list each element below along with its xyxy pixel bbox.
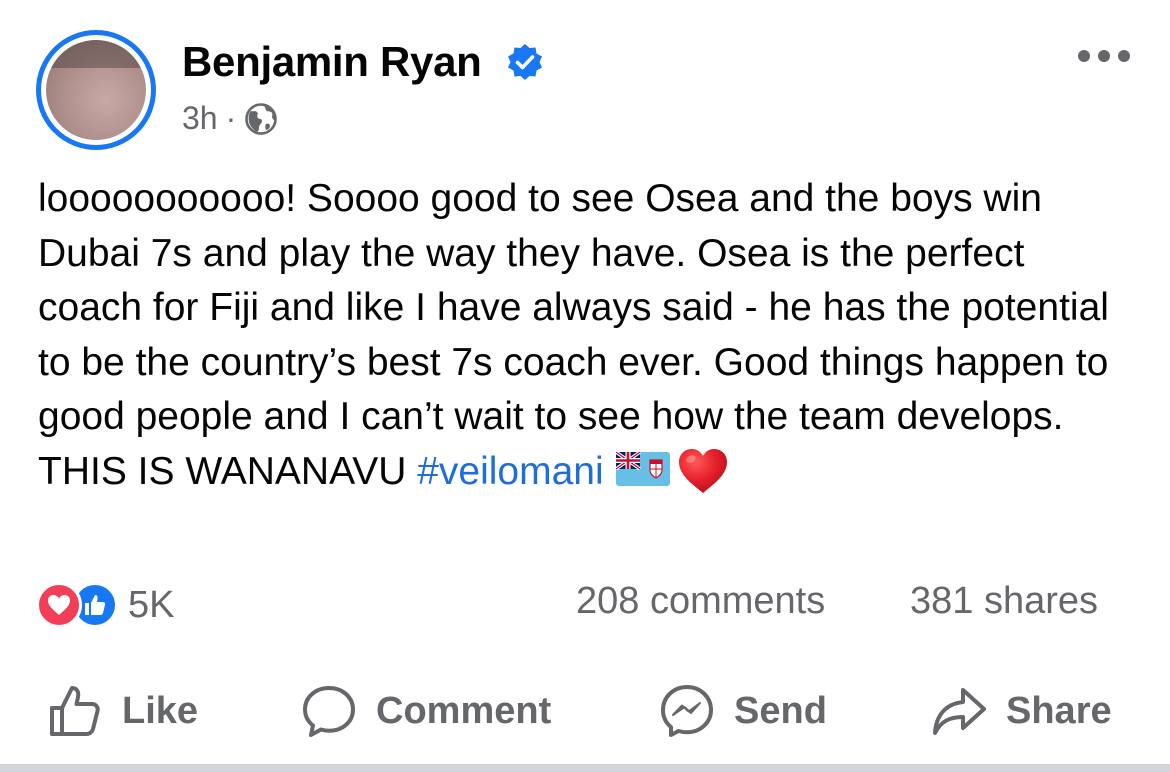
comment-label: Comment xyxy=(376,689,552,732)
post-body: looooooooooo! Soooo good to see Osea and… xyxy=(38,172,1138,499)
comment-bubble-icon xyxy=(303,686,355,737)
messenger-icon xyxy=(661,685,713,737)
author-name[interactable]: Benjamin Ryan xyxy=(182,38,482,86)
shares-count[interactable]: 381 shares xyxy=(910,580,1098,623)
like-label: Like xyxy=(122,689,199,732)
reaction-summary[interactable]: 5K xyxy=(36,582,174,628)
love-reaction-icon xyxy=(36,582,82,628)
send-button[interactable]: Send xyxy=(658,682,827,740)
divider xyxy=(0,764,1170,772)
meta-separator: · xyxy=(225,100,237,136)
share-arrow-icon xyxy=(933,688,986,735)
avatar-image xyxy=(46,40,146,140)
post-time[interactable]: 3h xyxy=(182,100,218,137)
red-heart-icon xyxy=(678,449,727,494)
avatar[interactable] xyxy=(36,30,156,150)
comment-button[interactable]: Comment xyxy=(300,682,551,740)
fiji-flag-icon xyxy=(615,452,670,487)
comments-count[interactable]: 208 comments xyxy=(576,580,825,623)
verified-badge-icon xyxy=(508,44,542,80)
more-options-icon[interactable] xyxy=(1078,46,1130,66)
action-bar: Like Comment Send Share xyxy=(0,672,1170,742)
facebook-post: Benjamin Ryan 3h · looooooooooo! Soooo g… xyxy=(0,0,1170,772)
share-button[interactable]: Share xyxy=(930,682,1112,740)
share-label: Share xyxy=(1006,689,1112,732)
post-text: looooooooooo! Soooo good to see Osea and… xyxy=(38,177,1109,493)
globe-icon[interactable] xyxy=(244,102,278,136)
post-meta: 3h · xyxy=(182,100,278,137)
thumbs-up-icon xyxy=(50,686,100,736)
send-label: Send xyxy=(734,689,827,732)
reaction-count: 5K xyxy=(128,583,175,626)
like-button[interactable]: Like xyxy=(46,682,198,740)
hashtag-link[interactable]: #veilomani xyxy=(417,450,603,493)
